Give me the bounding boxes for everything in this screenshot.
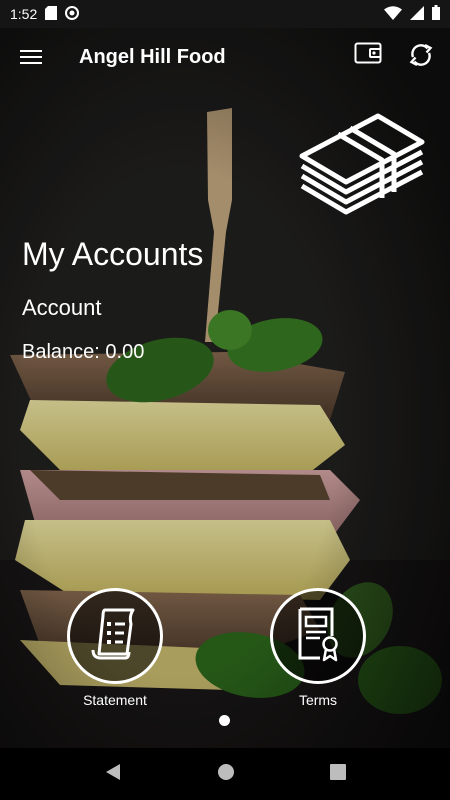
- page-indicator-dot[interactable]: [219, 715, 230, 726]
- wifi-icon: [384, 5, 402, 23]
- menu-icon[interactable]: [20, 50, 42, 64]
- terms-circle[interactable]: [270, 588, 366, 684]
- status-bar: 1:52: [0, 0, 450, 28]
- money-stack-icon: [298, 104, 426, 227]
- back-icon[interactable]: [104, 763, 122, 786]
- sync-badge-icon: [65, 5, 80, 23]
- app-title: Angel Hill Food: [79, 45, 226, 68]
- statement-circle[interactable]: [67, 588, 163, 684]
- system-nav-bar: [0, 748, 450, 800]
- status-time: 1:52: [10, 6, 38, 22]
- signal-icon: [410, 5, 424, 23]
- receipt-icon: [89, 606, 141, 667]
- app-bar: Angel Hill Food: [0, 28, 450, 86]
- recents-icon[interactable]: [330, 763, 346, 785]
- account-label[interactable]: Account: [22, 295, 203, 321]
- certificate-icon: [294, 606, 342, 667]
- accounts-heading: My Accounts: [22, 236, 204, 272]
- battery-icon: [432, 5, 440, 23]
- accounts-panel: My Accounts Account Balance: 0.00: [22, 236, 203, 364]
- wallet-icon[interactable]: [354, 42, 382, 73]
- sd-card-icon: [45, 5, 58, 23]
- home-icon[interactable]: [217, 763, 235, 786]
- statement-label: Statement: [83, 692, 147, 708]
- balance-text: Balance: 0.00: [22, 341, 145, 363]
- statement-button[interactable]: Statement: [65, 588, 165, 708]
- terms-button[interactable]: Terms: [268, 588, 368, 708]
- terms-label: Terms: [298, 692, 338, 708]
- refresh-icon[interactable]: [408, 42, 434, 73]
